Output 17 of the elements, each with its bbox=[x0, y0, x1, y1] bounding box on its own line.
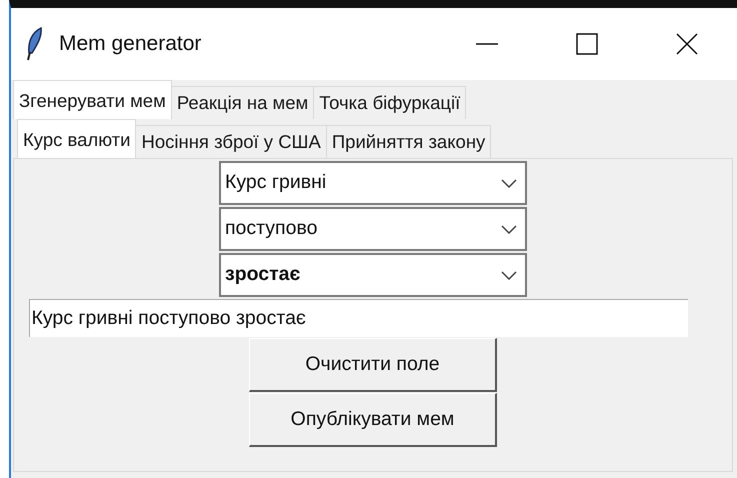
dropdown[interactable]: Курс гривні bbox=[219, 161, 527, 206]
publish-button[interactable]: Опублікувати мем bbox=[249, 393, 497, 448]
maximize-icon[interactable] bbox=[576, 33, 598, 55]
chevron-icon bbox=[501, 178, 517, 188]
chevron-icon bbox=[501, 270, 517, 280]
feather-icon bbox=[25, 27, 45, 61]
chevron-icon bbox=[501, 224, 517, 234]
window-title: Mem generator bbox=[59, 31, 202, 58]
tab[interactable]: Згенерувати мем bbox=[13, 80, 172, 120]
meme-text-field[interactable]: Курс гривні поступово зростає bbox=[28, 299, 688, 338]
tab[interactable]: Точка біфуркації bbox=[313, 86, 466, 120]
tab[interactable]: Курс валюти bbox=[17, 119, 136, 158]
dropdown[interactable]: зростає bbox=[219, 253, 527, 298]
dropdown[interactable]: поступово bbox=[219, 207, 527, 252]
clear-button[interactable]: Очистити поле bbox=[249, 338, 497, 392]
close-icon[interactable] bbox=[675, 32, 699, 56]
tab[interactable]: Прийняття закону bbox=[326, 125, 492, 158]
